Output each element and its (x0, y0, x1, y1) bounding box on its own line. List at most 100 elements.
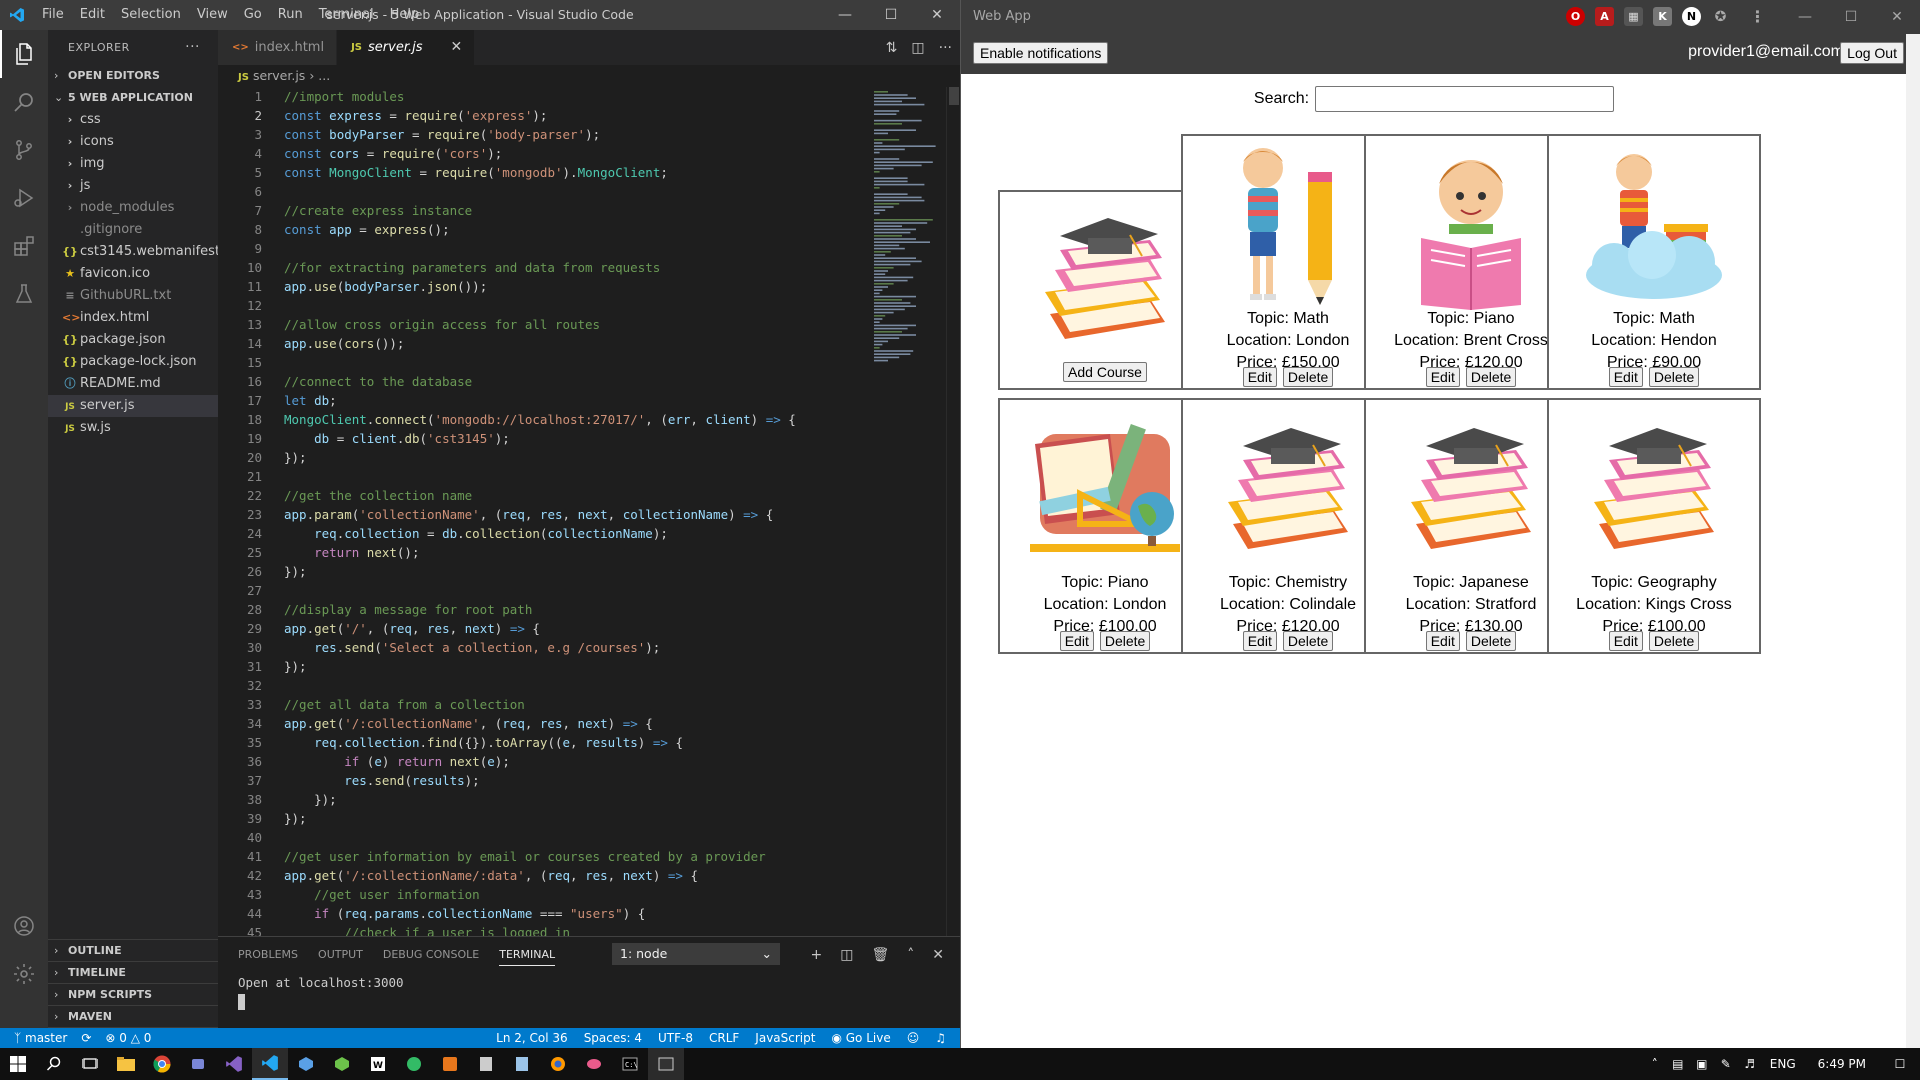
code-line[interactable]: 9 (218, 239, 868, 258)
code-line[interactable]: 2 const express = require('express'); (218, 106, 868, 125)
menu-terminal[interactable]: Terminal (311, 0, 382, 30)
more-actions-icon[interactable]: ··· (939, 40, 952, 56)
word-icon[interactable]: W (360, 1048, 396, 1080)
app-icon[interactable] (180, 1048, 216, 1080)
minimap[interactable] (868, 87, 948, 437)
code-line[interactable]: 43 //get user information (218, 885, 868, 904)
code-line[interactable]: 25 return next(); (218, 543, 868, 562)
tree-file-gitignore[interactable]: .gitignore (48, 219, 218, 241)
menu-file[interactable]: File (34, 0, 72, 30)
scrollbar-thumb[interactable] (949, 87, 959, 105)
language-indicator[interactable]: ENG (1762, 1057, 1804, 1071)
tree-file-index-html[interactable]: <>index.html (48, 307, 218, 329)
logout-button[interactable]: Log Out (1840, 42, 1904, 64)
editor-scrollbar[interactable] (946, 87, 960, 960)
display-icon[interactable]: ▣ (1690, 1057, 1714, 1071)
tree-file-readme[interactable]: ⓘ README.md (48, 373, 218, 395)
tab-index-html[interactable]: <> index.html (218, 30, 338, 65)
encoding[interactable]: UTF-8 (658, 1028, 693, 1048)
breadcrumb-file[interactable]: server.js (253, 68, 305, 83)
split-terminal-icon[interactable]: ◫ (840, 947, 853, 963)
extensions-icon[interactable] (0, 222, 48, 270)
tab-problems[interactable]: PROBLEMS (238, 948, 298, 961)
code-line[interactable]: 20}); (218, 448, 868, 467)
app-cube-icon[interactable] (288, 1048, 324, 1080)
go-live[interactable]: ◉ Go Live (831, 1028, 890, 1048)
code-line[interactable]: 26}); (218, 562, 868, 581)
chevron-up-icon[interactable]: ˄ (1644, 1057, 1666, 1071)
code-line[interactable]: 8 const app = express(); (218, 220, 868, 239)
maximize-panel-icon[interactable]: ˄ (907, 947, 914, 963)
code-line[interactable]: 10 //for extracting parameters and data f… (218, 258, 868, 277)
tree-file-sw-js[interactable]: JS sw.js (48, 417, 218, 439)
add-course-button[interactable]: Add Course (1063, 362, 1147, 382)
code-line[interactable]: 4 const cors = require('cors'); (218, 144, 868, 163)
tab-output[interactable]: OUTPUT (318, 948, 363, 961)
testing-icon[interactable] (0, 270, 48, 318)
close-icon[interactable]: ✕ (1874, 0, 1920, 34)
code-line[interactable]: 33 //get all data from a collection (218, 695, 868, 714)
network-icon[interactable]: ▤ (1666, 1057, 1690, 1071)
code-line[interactable]: 21 (218, 467, 868, 486)
branch-status[interactable]: ᛉ master (14, 1028, 67, 1048)
trash-icon[interactable]: 🗑 (871, 947, 889, 963)
pdf-extension-icon[interactable]: A (1595, 7, 1614, 26)
menu-selection[interactable]: Selection (113, 0, 189, 30)
close-panel-icon[interactable]: ✕ (932, 947, 944, 963)
menu-help[interactable]: Help (382, 0, 428, 30)
tree-folder-img[interactable]: › img (48, 153, 218, 175)
edit-course-button[interactable]: Edit (1608, 367, 1643, 387)
edit-course-button[interactable]: Edit (1608, 631, 1643, 651)
breadcrumb-symbol[interactable]: ... (318, 68, 330, 83)
vscode-taskbar-icon[interactable] (252, 1048, 288, 1080)
minimize-icon[interactable]: — (1782, 0, 1828, 34)
delete-course-button[interactable]: Delete (1465, 631, 1517, 651)
search-input[interactable] (1315, 86, 1615, 112)
code-line[interactable]: 23 app.param('collectionName', (req, res,… (218, 505, 868, 524)
tree-file-webmanifest[interactable]: {} cst3145.webmanifest (48, 241, 218, 263)
split-editor-icon[interactable]: ◫ (911, 40, 924, 56)
delete-course-button[interactable]: Delete (1282, 631, 1334, 651)
maximize-icon[interactable]: ☐ (1828, 0, 1874, 34)
new-terminal-icon[interactable]: + (811, 947, 823, 963)
delete-course-button[interactable]: Delete (1099, 631, 1151, 651)
explorer-icon[interactable] (0, 30, 48, 78)
opera-extension-icon[interactable]: O (1566, 7, 1585, 26)
code-line[interactable]: 1 //import modules (218, 87, 868, 106)
code-line[interactable]: 24 req.collection = db.collection(collec… (218, 524, 868, 543)
cursor-position[interactable]: Ln 2, Col 36 (496, 1028, 568, 1048)
terminal-select[interactable]: 1: node ⌄ (612, 943, 780, 965)
edit-course-button[interactable]: Edit (1242, 367, 1277, 387)
code-line[interactable]: 6 (218, 182, 868, 201)
app-colorful-icon[interactable] (540, 1048, 576, 1080)
menu-view[interactable]: View (189, 0, 236, 30)
delete-course-button[interactable]: Delete (1282, 367, 1334, 387)
npm-scripts-section[interactable]: › NPM SCRIPTS (48, 984, 218, 1006)
tree-file-package-lock[interactable]: {} package-lock.json (48, 351, 218, 373)
notes-icon[interactable] (504, 1048, 540, 1080)
tree-file-server-js[interactable]: JS server.js (48, 395, 218, 417)
code-line[interactable]: 31}); (218, 657, 868, 676)
feedback-icon[interactable]: ☺ (907, 1028, 920, 1048)
language-mode[interactable]: JavaScript (755, 1028, 815, 1048)
code-line[interactable]: 44 if (req.params.collectionName === "us… (218, 904, 868, 923)
code-line[interactable]: 19 db = client.db('cst3145'); (218, 429, 868, 448)
tab-debug-console[interactable]: DEBUG CONSOLE (383, 948, 479, 961)
code-line[interactable]: 5 const MongoClient = require('mongodb').… (218, 163, 868, 182)
task-view-icon[interactable] (72, 1048, 108, 1080)
code-line[interactable]: 32 (218, 676, 868, 695)
tree-file-githuburl[interactable]: ≡ GithubURL.txt (48, 285, 218, 307)
run-debug-icon[interactable] (0, 174, 48, 222)
taskbar-search-icon[interactable] (36, 1048, 72, 1080)
grid-extension-icon[interactable]: ▦ (1624, 7, 1643, 26)
code-line[interactable]: 11 app.use(bodyParser.json()); (218, 277, 868, 296)
open-changes-icon[interactable]: ⇅ (886, 40, 898, 56)
accounts-icon[interactable] (0, 902, 48, 950)
delete-course-button[interactable]: Delete (1648, 367, 1700, 387)
code-line[interactable]: 12 (218, 296, 868, 315)
code-line[interactable]: 35 req.collection.find({}).toArray((e, r… (218, 733, 868, 752)
outline-section[interactable]: › OUTLINE (48, 940, 218, 962)
close-icon[interactable]: ✕ (914, 0, 960, 30)
tab-server-js[interactable]: JS server.js ✕ (337, 30, 476, 65)
code-line[interactable]: 17 let db; (218, 391, 868, 410)
